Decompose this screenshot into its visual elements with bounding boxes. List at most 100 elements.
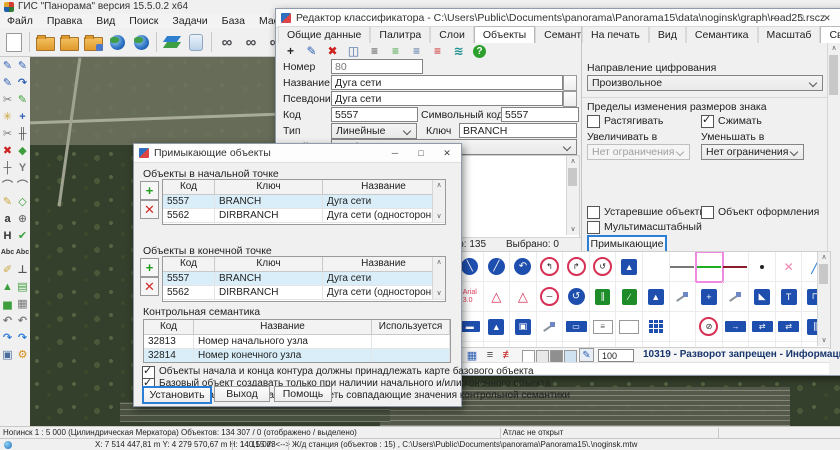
sign-rr[interactable]: ↱ xyxy=(563,252,590,282)
sign-pin[interactable] xyxy=(537,312,564,342)
scroll-up-icon[interactable]: ∧ xyxy=(433,257,445,268)
tab-Палитра[interactable]: Палитра xyxy=(370,26,430,43)
move-tool-icon[interactable]: + xyxy=(15,108,30,125)
check-tool-icon[interactable]: ✔ xyxy=(15,227,30,244)
menu-Вид[interactable]: Вид xyxy=(89,14,122,28)
list-add-icon[interactable]: ≡ xyxy=(385,43,406,59)
sign-gs[interactable]: ∕ xyxy=(616,282,643,312)
sign-bs[interactable]: ◣ xyxy=(749,282,776,312)
alias-field[interactable] xyxy=(331,91,563,106)
table-row[interactable]: 32813Номер начального узла xyxy=(144,335,450,349)
scroll-up-icon[interactable]: ∧ xyxy=(818,252,830,263)
symcode-field[interactable] xyxy=(501,107,579,122)
sign-bs[interactable]: ▣ xyxy=(510,312,537,342)
sign-bsr[interactable]: ⇄ xyxy=(749,312,776,342)
column-header-Код[interactable]: Код xyxy=(163,257,215,271)
open-database-icon[interactable] xyxy=(81,30,105,54)
layers-icon[interactable]: ≋ xyxy=(448,43,469,59)
checkbox-box[interactable] xyxy=(587,206,600,219)
redo-all-icon[interactable]: ↷ xyxy=(15,329,30,346)
sign-bs[interactable]: + xyxy=(696,282,723,312)
text-h-tool-icon[interactable]: H xyxy=(0,227,15,244)
apply-button[interactable]: Установить xyxy=(142,386,212,404)
view-scale[interactable]: 1 : 15 073 xyxy=(240,439,276,450)
scroll-thumb[interactable] xyxy=(829,55,838,95)
sign-lgray[interactable] xyxy=(670,252,697,282)
scroll-down-icon[interactable]: ∨ xyxy=(567,224,579,235)
sign-rt[interactable]: △ xyxy=(484,282,511,312)
props-tab-Вид[interactable]: Вид xyxy=(649,26,686,43)
decrease-select[interactable]: Нет ограничения xyxy=(701,144,804,160)
props-tab-Масштаб[interactable]: Масштаб xyxy=(758,26,821,43)
image-tool-icon[interactable]: ▣ xyxy=(0,346,15,363)
key-field[interactable] xyxy=(459,123,577,138)
table-row[interactable]: 5557BRANCHДуга сети xyxy=(163,272,445,286)
props-tab-Свойства[interactable]: Свойства xyxy=(820,26,840,43)
column-header-Ключ[interactable]: Ключ xyxy=(215,180,323,194)
sign-bsr[interactable]: ▭ xyxy=(563,312,590,342)
open-folder-icon[interactable] xyxy=(57,30,81,54)
new-document-icon[interactable] xyxy=(2,30,26,54)
table-row[interactable]: 5562DIRBRANCHДуга сети (односторонняя) xyxy=(163,209,445,223)
sign-bs[interactable]: ▲ xyxy=(484,312,511,342)
object-list-scrollbar[interactable]: ∧ ∨ xyxy=(566,156,579,235)
code-field[interactable] xyxy=(331,107,418,122)
table-row[interactable]: 32814Номер конечного узла xyxy=(144,349,450,363)
scroll-up-icon[interactable]: ∧ xyxy=(828,43,840,54)
search-icon[interactable]: ∞ xyxy=(215,30,239,54)
name-more-button[interactable] xyxy=(563,75,577,91)
settings-icon[interactable]: ⚙ xyxy=(15,346,30,363)
checkbox-box[interactable] xyxy=(587,221,600,234)
edit-ok-tool-icon[interactable]: ✎ xyxy=(15,91,30,108)
menu-База[interactable]: База xyxy=(215,14,252,28)
save-icon[interactable]: ◫ xyxy=(343,43,364,59)
cut-tool-icon[interactable]: ✂ xyxy=(0,91,15,108)
fill-tool-icon[interactable]: ✳ xyxy=(0,108,15,125)
properties-scrollbar[interactable]: ∧ xyxy=(827,43,840,251)
open-map-icon[interactable] xyxy=(33,30,57,54)
checkbox-box[interactable] xyxy=(701,115,714,128)
chart-tool-icon[interactable]: ▅ xyxy=(0,295,15,312)
control-semantic-table[interactable]: КодНазваниеИспользуется32813Номер началь… xyxy=(143,319,451,363)
sign-grid-view-icon[interactable]: ▦ xyxy=(464,348,480,362)
redo-icon[interactable]: ↷ xyxy=(0,329,15,346)
junction-tool-icon[interactable]: ⊥ xyxy=(15,261,30,278)
decor-checkbox[interactable]: Объект оформления xyxy=(701,206,819,219)
type-select[interactable]: Линейные xyxy=(331,123,417,139)
sign-edit-icon[interactable]: ✎ xyxy=(579,348,594,362)
menu-Правка[interactable]: Правка xyxy=(40,14,89,28)
sign-list-view-icon[interactable]: ≡ xyxy=(482,348,498,362)
align-tool-icon[interactable]: ╫ xyxy=(15,125,30,142)
sign-empty[interactable] xyxy=(670,312,697,342)
scroll-thumb[interactable] xyxy=(819,264,828,284)
sign-empty[interactable] xyxy=(643,252,670,282)
add-object-icon[interactable]: + xyxy=(280,43,301,59)
menu-Задачи[interactable]: Задачи xyxy=(165,14,214,28)
column-header-Название[interactable]: Название xyxy=(323,257,445,271)
sign-lred[interactable] xyxy=(723,252,750,282)
sign-bsr[interactable]: → xyxy=(723,312,750,342)
menu-Файл[interactable]: Файл xyxy=(0,14,40,28)
sign-bs[interactable]: Т xyxy=(776,282,803,312)
torch-tool-icon[interactable]: ✐ xyxy=(0,261,15,278)
delete-object-icon[interactable]: ✖ xyxy=(322,43,343,59)
object-list-icon[interactable]: ≡ xyxy=(364,43,385,59)
column-header-Используется[interactable]: Используется xyxy=(372,320,450,334)
edit-object-icon[interactable]: ✎ xyxy=(301,43,322,59)
spline-tool-icon[interactable]: ↷ xyxy=(15,74,30,91)
sign-scrollbar[interactable]: ∧ ∨ xyxy=(817,252,830,346)
increase-select[interactable]: Нет ограничения xyxy=(587,144,690,160)
table-row[interactable]: 5557BRANCHДуга сети xyxy=(163,195,445,209)
start-delete-button[interactable]: ✕ xyxy=(140,200,159,219)
sign-bc[interactable]: ↶ xyxy=(510,252,537,282)
sign-bc[interactable]: ╱ xyxy=(484,252,511,282)
alias-more-button[interactable] xyxy=(563,91,577,107)
cross-tool-icon[interactable]: ┼ xyxy=(0,159,15,176)
network-tool-icon[interactable]: ▲ xyxy=(0,278,15,295)
sign-rr[interactable]: ↺ xyxy=(590,252,617,282)
sign-bgrid[interactable] xyxy=(643,312,670,342)
start-objects-table[interactable]: КодКлючНазвание5557BRANCHДуга сети5562DI… xyxy=(162,179,446,225)
sign-ws[interactable]: ≡ xyxy=(590,312,617,342)
branch-tool-icon[interactable]: Y xyxy=(15,159,30,176)
number-field[interactable] xyxy=(331,59,423,74)
